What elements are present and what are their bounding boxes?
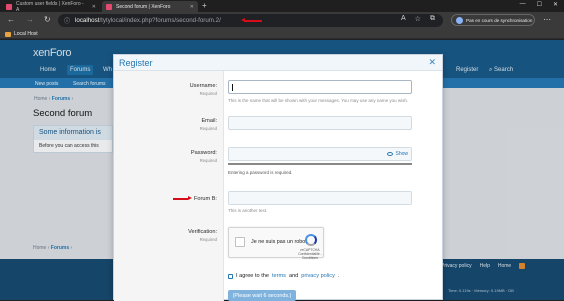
dialog-title: Register bbox=[114, 55, 442, 71]
minimize-button[interactable]: — bbox=[520, 1, 526, 8]
show-label: Show bbox=[395, 151, 408, 157]
text-caret bbox=[232, 84, 233, 91]
username-label: Username: bbox=[189, 83, 217, 89]
recaptcha-checkbox[interactable] bbox=[235, 237, 245, 247]
email-label: Email: bbox=[201, 118, 217, 124]
bookmarks-bar bbox=[0, 29, 564, 39]
email-required: Required bbox=[199, 126, 217, 131]
register-submit-button[interactable]: (Please wait 6 seconds.) bbox=[228, 290, 296, 301]
forum-b-field[interactable] bbox=[228, 191, 412, 205]
refresh-icon[interactable]: ↻ bbox=[44, 15, 51, 24]
agree-and: and bbox=[288, 273, 299, 279]
url-path: /tytylocal/index.php?forums/second-forum… bbox=[99, 17, 221, 24]
forum-b-label: Forum B: bbox=[193, 196, 217, 202]
forward-arrow-icon[interactable]: → bbox=[26, 15, 34, 24]
label-column bbox=[114, 71, 224, 301]
maximize-button[interactable]: ☐ bbox=[537, 1, 542, 8]
url-host: localhost bbox=[75, 17, 100, 24]
bookmark-local-host[interactable]: Local Host bbox=[5, 31, 38, 37]
read-aloud-icon[interactable]: A bbox=[401, 15, 406, 23]
eye-icon bbox=[387, 152, 394, 156]
verification-label: Verification: bbox=[188, 229, 217, 235]
close-icon[interactable]: ✕ bbox=[428, 57, 436, 68]
browser-menu-icon[interactable]: ⋯ bbox=[543, 15, 551, 24]
tab-second-forum[interactable]: Second forum | XenForo ✕ bbox=[102, 1, 198, 12]
register-dialog: Register ✕ Username: Required This is th… bbox=[113, 54, 443, 301]
site-info-icon[interactable]: ⓘ bbox=[64, 16, 70, 25]
password-strength-bar bbox=[228, 163, 412, 165]
username-required: Required bbox=[199, 91, 217, 96]
privacy-policy-link[interactable]: privacy policy bbox=[301, 273, 335, 279]
tab-close-icon[interactable]: ✕ bbox=[86, 4, 96, 10]
tab-label: Custom user fields | XenForo - A bbox=[16, 0, 84, 13]
profile-sync-button[interactable]: Pas en cours de synchronisation bbox=[451, 14, 535, 26]
agree-checkbox[interactable] bbox=[228, 273, 233, 279]
bookmark-favicon-icon bbox=[5, 31, 11, 37]
new-tab-button[interactable]: + bbox=[202, 1, 207, 10]
xenforo-favicon-icon bbox=[6, 3, 12, 10]
bookmark-label: Local Host bbox=[14, 31, 38, 37]
tab-custom-user-fields[interactable]: Custom user fields | XenForo - A ✕ bbox=[2, 0, 100, 13]
password-label: Password: bbox=[190, 150, 217, 156]
tab-label: Second forum | XenForo bbox=[116, 3, 171, 10]
recaptcha-widget: Je ne suis pas un robot reCAPTCHA Confid… bbox=[228, 227, 325, 260]
omnibox-icons: A ☆ ⧉ bbox=[401, 15, 435, 23]
recaptcha-label: Je ne suis pas un robot bbox=[251, 239, 307, 245]
recaptcha-brand: reCAPTCHA Confidentialité - Conditions bbox=[295, 248, 325, 260]
agree-row: I agree to the terms and privacy policy. bbox=[228, 273, 339, 279]
red-annotation-arrow-icon bbox=[173, 196, 192, 200]
email-field[interactable] bbox=[228, 116, 412, 130]
red-annotation-arrow-icon bbox=[241, 18, 262, 22]
password-required: Required bbox=[199, 158, 217, 163]
back-arrow-icon[interactable]: ← bbox=[7, 15, 15, 24]
agree-prefix: I agree to the bbox=[236, 273, 269, 279]
show-password-button[interactable]: Show bbox=[387, 151, 408, 157]
xenforo-favicon-icon bbox=[106, 3, 112, 10]
terms-link[interactable]: terms bbox=[272, 273, 286, 279]
username-hint: This is the name that will be shown with… bbox=[228, 98, 409, 103]
password-error: Entering a password is required. bbox=[228, 170, 293, 175]
sync-label: Pas en cours de synchronisation bbox=[466, 17, 533, 23]
agree-suffix: . bbox=[337, 273, 340, 279]
username-field[interactable] bbox=[228, 80, 412, 94]
verification-required: Required bbox=[199, 237, 217, 242]
profile-avatar-icon bbox=[456, 16, 463, 24]
password-field[interactable]: Show bbox=[228, 147, 412, 161]
recaptcha-links[interactable]: Confidentialité - Conditions bbox=[295, 252, 325, 260]
recaptcha-logo-icon bbox=[305, 234, 317, 246]
collections-icon[interactable]: ⧉ bbox=[430, 15, 435, 23]
tab-close-icon[interactable]: ✕ bbox=[184, 4, 194, 10]
close-window-button[interactable]: ✕ bbox=[553, 1, 558, 8]
window-controls: — ☐ ✕ bbox=[514, 0, 564, 9]
forum-b-hint: This is another test. bbox=[228, 208, 268, 213]
favorite-star-icon[interactable]: ☆ bbox=[415, 15, 421, 23]
